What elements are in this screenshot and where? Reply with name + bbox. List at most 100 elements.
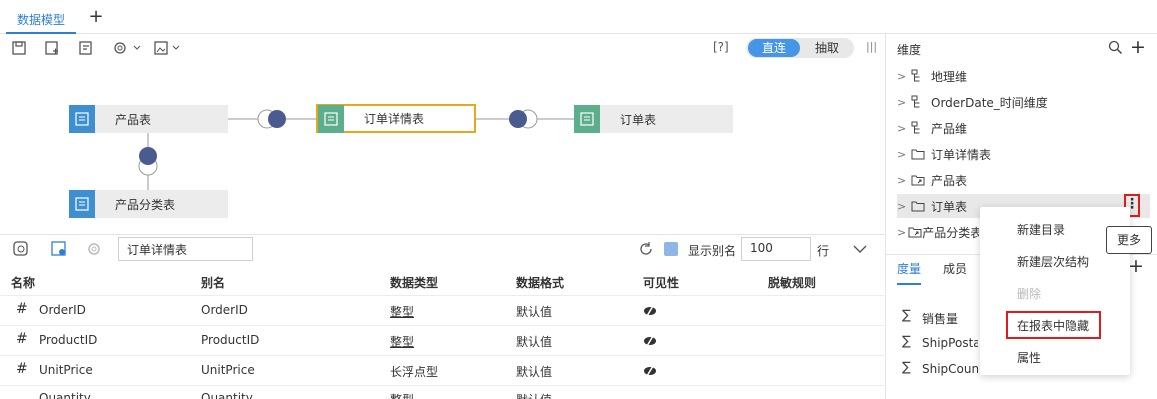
node-order-detail-table[interactable]: 订单详情表	[316, 104, 476, 133]
field-alias[interactable]: ProductID	[201, 333, 259, 347]
node-order-table[interactable]: 订单表	[574, 105, 733, 133]
field-format[interactable]: 默认值	[516, 391, 552, 399]
measure-item[interactable]: ShipPostalCode	[922, 336, 978, 350]
column-header-masking[interactable]: 脱敏规则	[768, 274, 816, 291]
field-type[interactable]: 整型	[390, 391, 414, 399]
more-tooltip: 更多	[1106, 226, 1152, 254]
gear-icon[interactable]	[86, 241, 102, 257]
search-icon[interactable]	[1108, 40, 1123, 55]
join-icon[interactable]	[137, 144, 159, 178]
field-format[interactable]: 默认值	[516, 303, 552, 320]
menu-item-new-hierarchy[interactable]: 新建层次结构	[1017, 253, 1089, 270]
save-as-icon[interactable]	[44, 40, 60, 56]
rows-unit-label: 行	[817, 244, 830, 258]
table-row[interactable]: # UnitPrice UnitPrice 长浮点型 默认值	[0, 355, 884, 385]
show-alias-label: 显示别名	[688, 244, 737, 258]
hierarchy-icon	[911, 121, 931, 135]
field-format[interactable]: 默认值	[516, 363, 552, 380]
node-label: 订单表	[620, 112, 657, 127]
show-alias-checkbox[interactable]	[664, 242, 678, 256]
node-product-category-table[interactable]: 产品分类表	[69, 190, 228, 218]
add-tab-button[interactable]: +	[86, 6, 106, 28]
table-icon	[574, 105, 600, 133]
menu-item-new-folder[interactable]: 新建目录	[1017, 221, 1065, 238]
save-icon[interactable]	[11, 40, 27, 56]
tree-item-product-table[interactable]: > 产品表	[897, 168, 1150, 192]
field-format[interactable]: 默认值	[516, 333, 552, 350]
sigma-icon: ∑	[902, 360, 911, 375]
sigma-icon: ∑	[902, 308, 911, 323]
visibility-icon[interactable]	[643, 335, 657, 347]
sigma-icon: ∑	[902, 334, 911, 349]
menu-item-properties[interactable]: 属性	[1017, 349, 1041, 366]
refresh-icon[interactable]	[638, 241, 654, 257]
chevron-right-icon[interactable]: >	[897, 70, 909, 83]
node-label: 产品分类表	[115, 197, 176, 212]
tree-item-geo[interactable]: > 地理维	[897, 64, 1150, 88]
settings-dropdown-icon[interactable]	[112, 40, 142, 56]
chevron-right-icon[interactable]: >	[897, 226, 906, 239]
node-label: 产品表	[115, 112, 152, 127]
measure-item[interactable]: 销售量	[922, 310, 978, 327]
field-alias[interactable]: Quantity	[201, 391, 253, 399]
column-header-alias[interactable]: 别名	[201, 274, 225, 291]
tree-item-label: 产品维	[931, 121, 968, 136]
chevron-right-icon[interactable]: >	[897, 96, 909, 109]
mode-extract-button[interactable]: 抽取	[802, 39, 852, 57]
node-label: 订单详情表	[364, 112, 425, 126]
add-dimension-button[interactable]: +	[1130, 36, 1146, 58]
tree-item-label: 产品表	[931, 173, 968, 188]
tab-data-model[interactable]: 数据模型	[6, 6, 76, 34]
visibility-icon[interactable]	[643, 305, 657, 317]
chevron-right-icon[interactable]: >	[897, 148, 909, 161]
table-row[interactable]: # OrderID OrderID 整型 默认值	[0, 295, 884, 325]
tab-measures[interactable]: 度量	[897, 260, 922, 285]
tab-members[interactable]: 成员	[943, 260, 967, 277]
help-button[interactable]: [?]	[713, 40, 739, 58]
join-icon[interactable]	[256, 108, 292, 130]
chevron-right-icon[interactable]: >	[897, 174, 909, 187]
measure-item[interactable]: ShipCountry	[922, 362, 978, 376]
column-header-datatype[interactable]: 数据类型	[390, 274, 438, 291]
linked-folder-icon	[911, 173, 931, 187]
column-header-visibility[interactable]: 可见性	[643, 274, 679, 291]
mode-direct-button[interactable]: 直连	[748, 39, 800, 57]
tree-item-label: OrderDate_时间维度	[931, 95, 1048, 110]
table-row[interactable]: # ProductID ProductID 整型 默认值	[0, 325, 884, 355]
field-type[interactable]: 整型	[390, 333, 414, 350]
field-alias[interactable]: OrderID	[201, 303, 248, 317]
chevron-right-icon[interactable]: >	[897, 200, 909, 213]
tab-bar	[0, 0, 1157, 34]
field-type[interactable]: 长浮点型	[390, 363, 438, 380]
linked-folder-icon	[908, 225, 922, 239]
collapse-panel-icon[interactable]: |||	[866, 40, 877, 56]
column-header-name[interactable]: 名称	[11, 274, 35, 291]
edit-icon[interactable]	[78, 40, 94, 56]
table-filter-input[interactable]: 订单详情表	[118, 237, 253, 261]
preview-icon[interactable]	[13, 241, 29, 257]
row-count-input[interactable]: 100	[741, 237, 811, 261]
column-header-format[interactable]: 数据格式	[516, 274, 564, 291]
tree-item-order-detail[interactable]: > 订单详情表	[897, 142, 1150, 166]
join-icon[interactable]	[507, 108, 543, 130]
folder-icon	[911, 199, 931, 213]
folder-icon	[911, 147, 931, 161]
chevron-down-icon[interactable]	[852, 243, 868, 255]
table-settings-icon[interactable]	[51, 241, 67, 257]
tree-item-label: 订单详情表	[931, 147, 992, 162]
node-product-table[interactable]: 产品表	[69, 105, 228, 133]
tree-item-product-category[interactable]: > 产品分类表	[897, 220, 979, 244]
table-row[interactable]: Quantity Quantity 整型 默认值	[0, 385, 884, 399]
tree-item-orderdate[interactable]: > OrderDate_时间维度	[897, 90, 1150, 114]
field-type[interactable]: 整型	[390, 303, 414, 320]
image-dropdown-icon[interactable]	[153, 40, 183, 56]
visibility-icon[interactable]	[643, 365, 657, 377]
field-name: Quantity	[39, 391, 91, 399]
field-alias[interactable]: UnitPrice	[201, 363, 255, 377]
tree-item-product-dim[interactable]: > 产品维	[897, 116, 1150, 140]
add-measure-button[interactable]: +	[1128, 255, 1144, 277]
hash-icon: #	[16, 331, 28, 347]
chevron-right-icon[interactable]: >	[897, 122, 909, 135]
menu-item-delete[interactable]: 删除	[1017, 285, 1041, 302]
tree-item-label: 地理维	[931, 69, 968, 84]
